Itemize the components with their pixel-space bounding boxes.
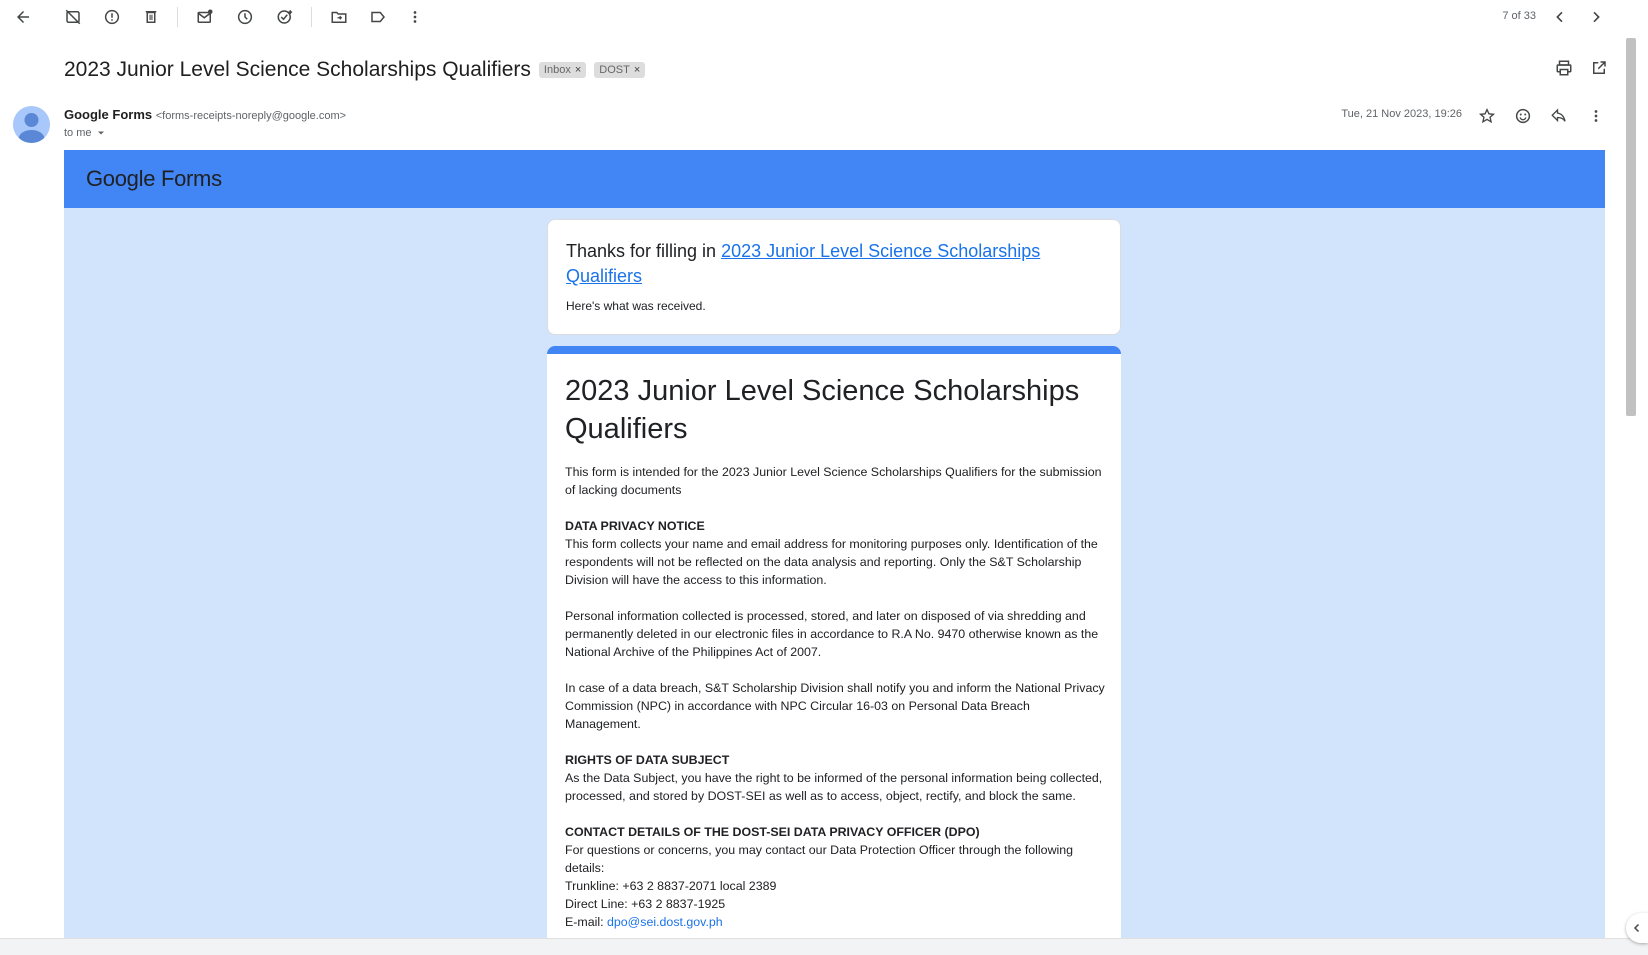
form-intro: This form is intended for the 2023 Junio… [565,465,1102,497]
recipient-details-toggle[interactable]: to me [64,127,106,139]
reply-icon[interactable] [1545,102,1573,130]
confirmation-card: Thanks for filling in 2023 Junior Level … [547,219,1121,335]
recipient-text: to me [64,127,92,139]
report-spam-icon[interactable] [98,3,126,31]
email-date: Tue, 21 Nov 2023, 19:26 [1341,108,1462,120]
emoji-reaction-icon[interactable] [1509,102,1537,130]
more-vert-icon[interactable] [401,3,429,31]
label-icon[interactable] [364,3,392,31]
privacy-paragraph-2: Personal information collected is proces… [565,609,1099,659]
newer-chevron-left-icon[interactable] [1546,3,1574,31]
label-chip-dost-text: DOST [599,64,630,76]
dpo-email-link[interactable]: dpo@sei.dost.gov.ph [607,915,723,929]
privacy-paragraph-3: In case of a data breach, S&T Scholarshi… [565,681,1105,731]
thanks-prefix: Thanks for filling in [566,241,722,261]
google-forms-logo: Google Forms [86,166,222,191]
label-chip-inbox-text: Inbox [543,64,571,76]
privacy-paragraph-1: This form collects your name and email a… [565,537,1098,587]
scrollbar-thumb[interactable] [1626,38,1636,416]
delete-icon[interactable] [137,3,165,31]
email-subject: 2023 Junior Level Science Scholarships Q… [64,58,531,81]
side-panel-toggle[interactable] [1626,913,1648,943]
open-in-new-window-icon[interactable] [1585,54,1613,82]
remove-label-icon[interactable]: × [575,64,581,76]
more-options-icon[interactable] [1582,102,1610,130]
caret-down-icon [97,131,104,135]
sender-name[interactable]: Google Forms [64,107,152,122]
contact-heading: CONTACT DETAILS OF THE DOST-SEI DATA PRI… [565,825,980,839]
contact-paragraph: For questions or concerns, you may conta… [565,843,1074,875]
form-title: 2023 Junior Level Science Scholarships Q… [565,375,1080,445]
email-label: E-mail: [565,915,607,929]
subject-row: 2023 Junior Level Science Scholarships Q… [64,56,646,84]
sender-email: <forms-receipts-noreply@google.com> [155,110,347,122]
add-to-tasks-icon[interactable] [271,3,299,31]
chevron-left-icon [1633,923,1640,933]
snooze-clock-icon[interactable] [231,3,259,31]
contact-section: CONTACT DETAILS OF THE DOST-SEI DATA PRI… [565,823,1105,931]
label-chip-inbox: Inbox × [538,62,587,78]
bottom-bar [0,938,1648,955]
back-arrow-icon[interactable] [9,3,37,31]
move-to-folder-icon[interactable] [325,3,353,31]
privacy-heading: DATA PRIVACY NOTICE [565,519,705,533]
rights-paragraph: As the Data Subject, you have the right … [565,771,1103,803]
direct-line: Direct Line: +63 2 8837-1925 [565,897,726,911]
sender-avatar[interactable] [13,106,50,143]
star-icon[interactable] [1473,102,1501,130]
trunkline: Trunkline: +63 2 8837-2071 local 2389 [565,879,777,893]
form-response-card: 2023 Junior Level Science Scholarships Q… [547,346,1121,946]
received-text: Here's what was received. [566,299,706,313]
older-chevron-right-icon[interactable] [1582,3,1610,31]
sender-line: Google Forms <forms-receipts-noreply@goo… [64,107,346,122]
rights-section: RIGHTS OF DATA SUBJECT As the Data Subje… [565,751,1105,805]
privacy-section: DATA PRIVACY NOTICE This form collects y… [565,517,1105,589]
print-icon[interactable] [1550,54,1578,82]
mark-unread-icon[interactable] [191,3,219,31]
rights-heading: RIGHTS OF DATA SUBJECT [565,753,730,767]
remove-label-icon[interactable]: × [634,64,640,76]
archive-icon[interactable] [59,3,87,31]
pagination-count: 7 of 33 [1502,10,1536,22]
label-chip-dost: DOST × [594,62,646,78]
form-description: This form is intended for the 2023 Junio… [565,463,1105,946]
google-forms-banner: Google Forms [64,150,1605,208]
thanks-heading: Thanks for filling in 2023 Junior Level … [566,239,1086,289]
toolbar: 7 of 33 [0,0,1648,34]
